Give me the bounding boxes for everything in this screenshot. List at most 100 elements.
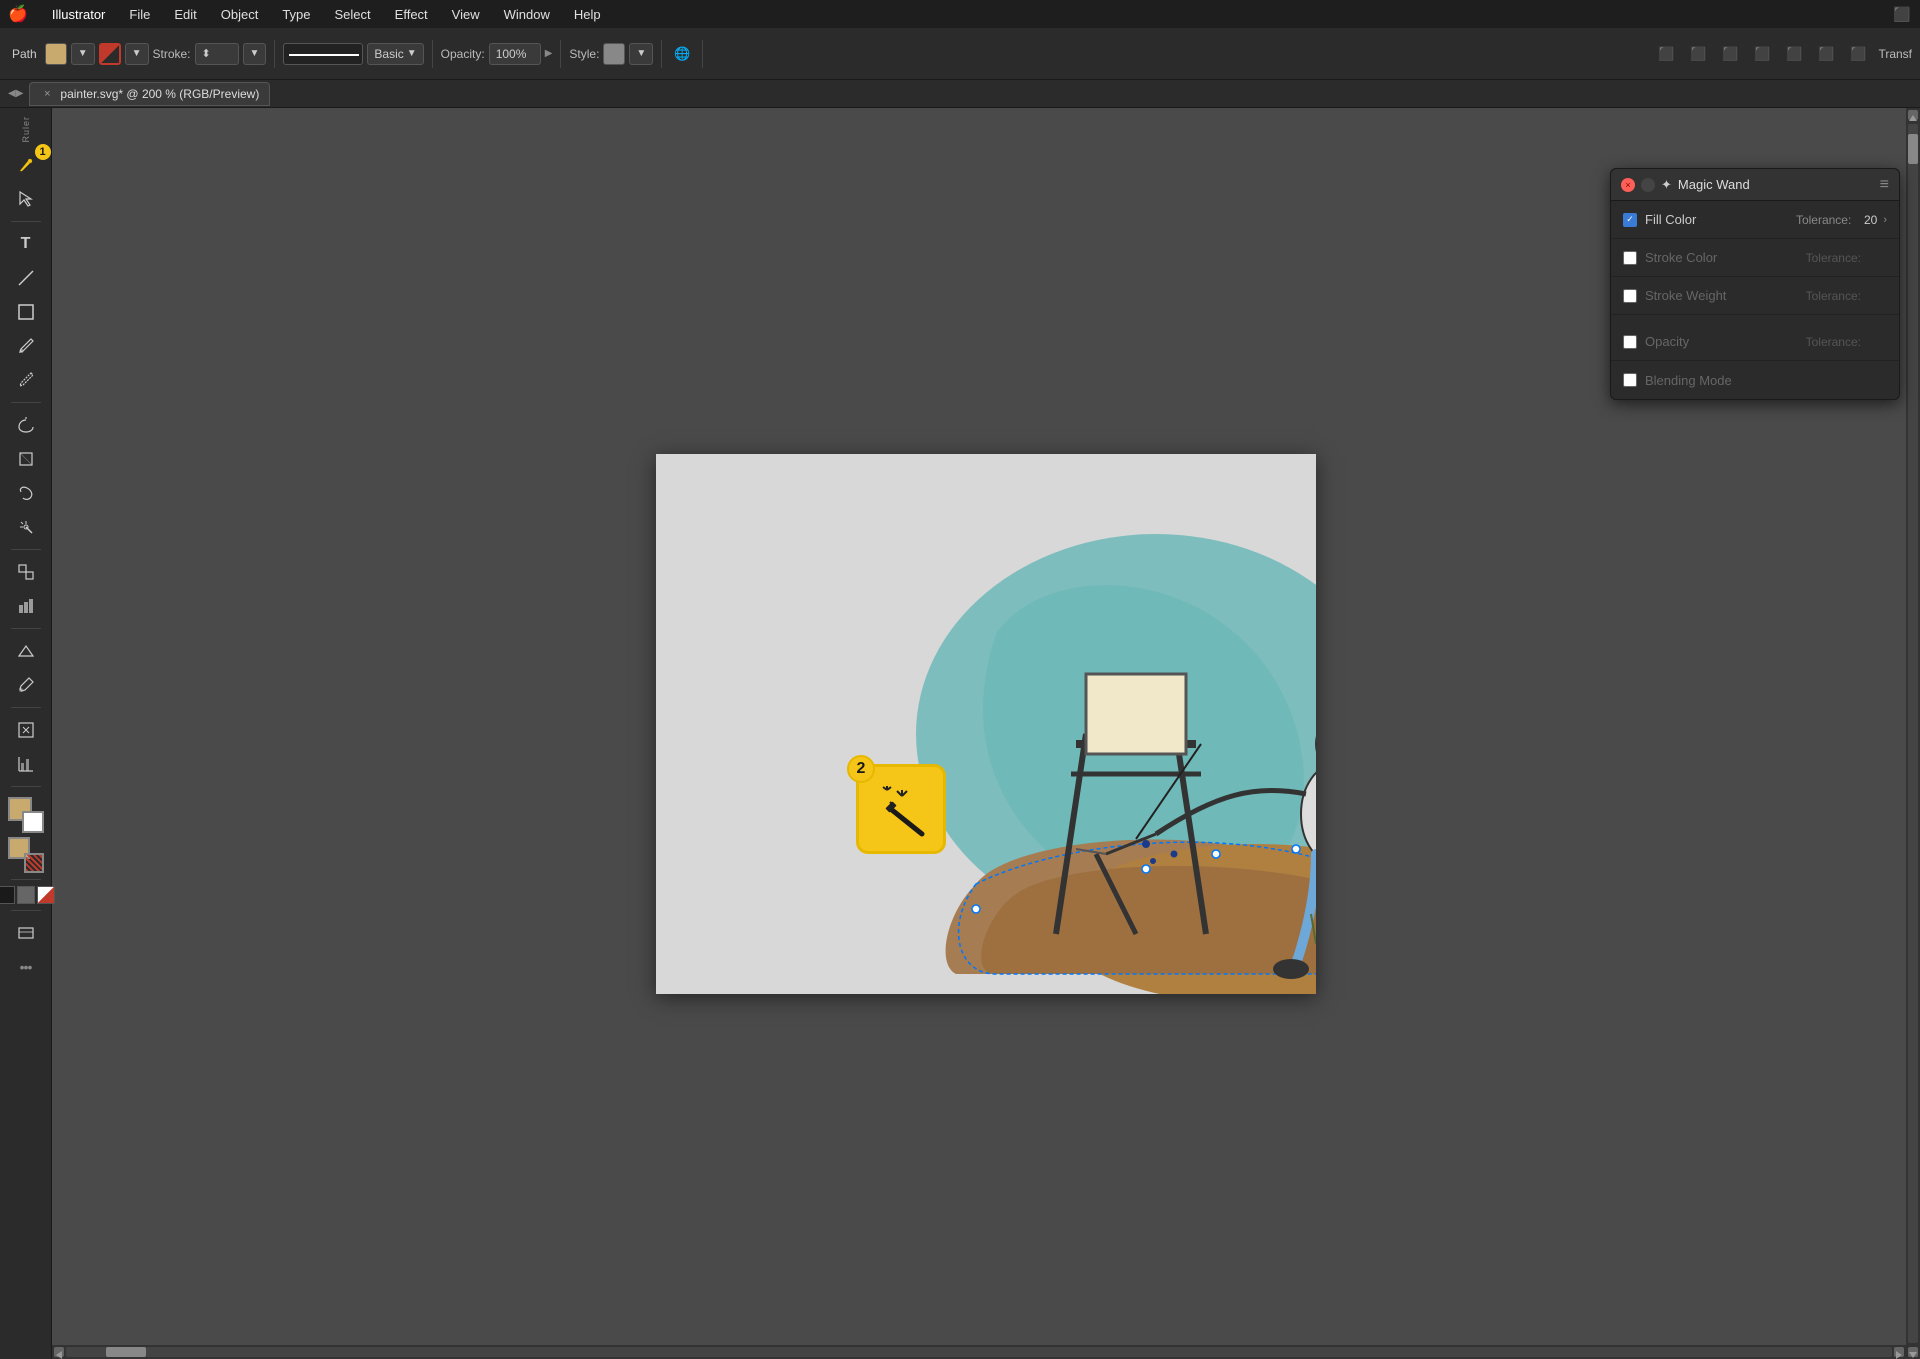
fill-dropdown[interactable]: ▼ — [71, 43, 95, 65]
align-top-icon[interactable]: ⬛ — [1750, 42, 1774, 66]
rect-tool[interactable] — [6, 296, 46, 328]
align-left-icon[interactable]: ⬛ — [1654, 42, 1678, 66]
stroke-color-checkbox[interactable] — [1623, 251, 1637, 265]
vertical-scrollbar[interactable] — [1906, 108, 1920, 1359]
pencil-tool[interactable] — [6, 364, 46, 396]
opacity-row: Opacity Tolerance: — [1611, 323, 1899, 361]
panel-close-button[interactable]: × — [1621, 178, 1635, 192]
globe-icon[interactable]: 🌐 — [670, 42, 694, 66]
horizontal-scrollbar[interactable] — [52, 1345, 1906, 1359]
scroll-left-arrow[interactable] — [54, 1347, 64, 1357]
scroll-track[interactable] — [1908, 124, 1918, 1343]
stroke-weight-checkbox[interactable] — [1623, 289, 1637, 303]
brush-style-dropdown[interactable]: Basic ▼ — [367, 43, 423, 65]
swatch-white-red[interactable] — [37, 886, 55, 904]
eyedropper-tool-icon — [17, 676, 35, 694]
tool-divider-7 — [11, 879, 41, 880]
fill-color-checkbox[interactable] — [1623, 213, 1637, 227]
align-middle-icon[interactable]: ⬛ — [1782, 42, 1806, 66]
style-swatch[interactable] — [603, 43, 625, 65]
perspective-tool[interactable] — [6, 635, 46, 667]
shapes-tool[interactable] — [6, 556, 46, 588]
fill-expand-arrow[interactable]: › — [1883, 214, 1887, 226]
opacity-input[interactable]: 100% — [489, 43, 541, 65]
column-graph-tool[interactable] — [6, 748, 46, 780]
menu-help[interactable]: Help — [570, 5, 605, 24]
panel-collapse-arrow[interactable]: ◀▶ — [8, 88, 23, 99]
menu-illustrator[interactable]: Illustrator — [48, 5, 109, 24]
align-right-icon[interactable]: ⬛ — [1718, 42, 1742, 66]
panel-label: Ruler — [21, 116, 31, 143]
more-tools[interactable]: ••• — [6, 951, 46, 983]
layers-icon[interactable] — [6, 917, 46, 949]
scroll-right-arrow[interactable] — [1894, 1347, 1904, 1357]
distribute-icon[interactable]: ⬛ — [1846, 42, 1870, 66]
scroll-thumb[interactable] — [1908, 134, 1918, 164]
menu-view[interactable]: View — [448, 5, 484, 24]
menu-effect[interactable]: Effect — [391, 5, 432, 24]
stroke-color-label: Stroke Color — [1645, 250, 1806, 265]
align-bottom-icon[interactable]: ⬛ — [1814, 42, 1838, 66]
canvas-area[interactable]: 2 — [52, 108, 1920, 1359]
graph-tool[interactable] — [6, 590, 46, 622]
stroke-swatch-bg[interactable] — [24, 853, 44, 873]
scroll-horizontal-thumb[interactable] — [106, 1347, 146, 1357]
menu-select[interactable]: Select — [331, 5, 375, 24]
menu-object[interactable]: Object — [217, 5, 263, 24]
stroke-weight-input[interactable]: ⬍ — [195, 43, 239, 65]
opacity-expand[interactable]: ▶ — [545, 48, 553, 59]
tool-divider-4 — [11, 628, 41, 629]
direct-selection-tool[interactable] — [6, 183, 46, 215]
panel-minimize-button[interactable] — [1641, 178, 1655, 192]
style-dropdown[interactable]: ▼ — [629, 43, 653, 65]
brush-tool[interactable] — [6, 330, 46, 362]
stroke-unit-dropdown[interactable]: ▼ — [243, 43, 267, 65]
background-swatch[interactable] — [22, 811, 44, 833]
stroke-fill-swatch[interactable] — [8, 837, 44, 873]
text-tool[interactable]: T — [6, 228, 46, 260]
panel-title: Magic Wand — [1678, 177, 1880, 192]
opacity-label: Opacity: — [441, 47, 485, 61]
document-tab[interactable]: × painter.svg* @ 200 % (RGB/Preview) — [29, 82, 270, 106]
opacity-label-panel: Opacity — [1645, 334, 1806, 349]
path-label: Path — [8, 45, 41, 63]
menu-window[interactable]: Window — [500, 5, 554, 24]
tab-close-button[interactable]: × — [40, 87, 54, 101]
menu-type[interactable]: Type — [278, 5, 314, 24]
magic-wand-cursor-overlay: 2 — [856, 764, 946, 854]
eyedropper-tool[interactable] — [6, 669, 46, 701]
apple-menu[interactable]: 🍎 — [8, 4, 28, 24]
layers-tool-icon — [17, 924, 35, 942]
panel-menu-button[interactable]: ≡ — [1880, 176, 1889, 194]
symbol-tool[interactable] — [6, 714, 46, 746]
menu-edit[interactable]: Edit — [170, 5, 200, 24]
fill-color-row: Fill Color Tolerance: 20 › — [1611, 201, 1899, 239]
rect-tool-icon — [17, 303, 35, 321]
lasso-tool-icon — [17, 484, 35, 502]
stroke-style-preview[interactable] — [283, 43, 363, 65]
swatch-gray[interactable] — [17, 886, 35, 904]
selection-tool[interactable]: 1 — [6, 149, 46, 181]
fill-color-swatch[interactable] — [45, 43, 67, 65]
magic-wand-tool[interactable] — [6, 511, 46, 543]
style-label: Style: — [569, 47, 599, 61]
swatch-black[interactable] — [0, 886, 15, 904]
fill-tolerance-value: 20 — [1857, 213, 1877, 227]
stroke-color-swatch[interactable] — [99, 43, 121, 65]
opacity-checkbox[interactable] — [1623, 335, 1637, 349]
eraser-tool[interactable] — [6, 409, 46, 441]
menu-file[interactable]: File — [125, 5, 154, 24]
align-center-icon[interactable]: ⬛ — [1686, 42, 1710, 66]
line-tool[interactable] — [6, 262, 46, 294]
stroke-dropdown[interactable]: ▼ — [125, 43, 149, 65]
rotate-tool[interactable] — [6, 443, 46, 475]
menu-bar: 🍎 Illustrator File Edit Object Type Sele… — [0, 0, 1920, 28]
color-swatches — [8, 797, 44, 873]
notification-icon[interactable]: ⬛ — [1892, 4, 1912, 24]
blending-mode-checkbox[interactable] — [1623, 373, 1637, 387]
scroll-down-arrow[interactable] — [1908, 1347, 1918, 1357]
stroke-weight-tolerance-label: Tolerance: — [1806, 289, 1861, 303]
scroll-up-arrow[interactable] — [1908, 110, 1918, 120]
lasso-tool[interactable] — [6, 477, 46, 509]
foreground-background-swatch[interactable] — [8, 797, 44, 833]
